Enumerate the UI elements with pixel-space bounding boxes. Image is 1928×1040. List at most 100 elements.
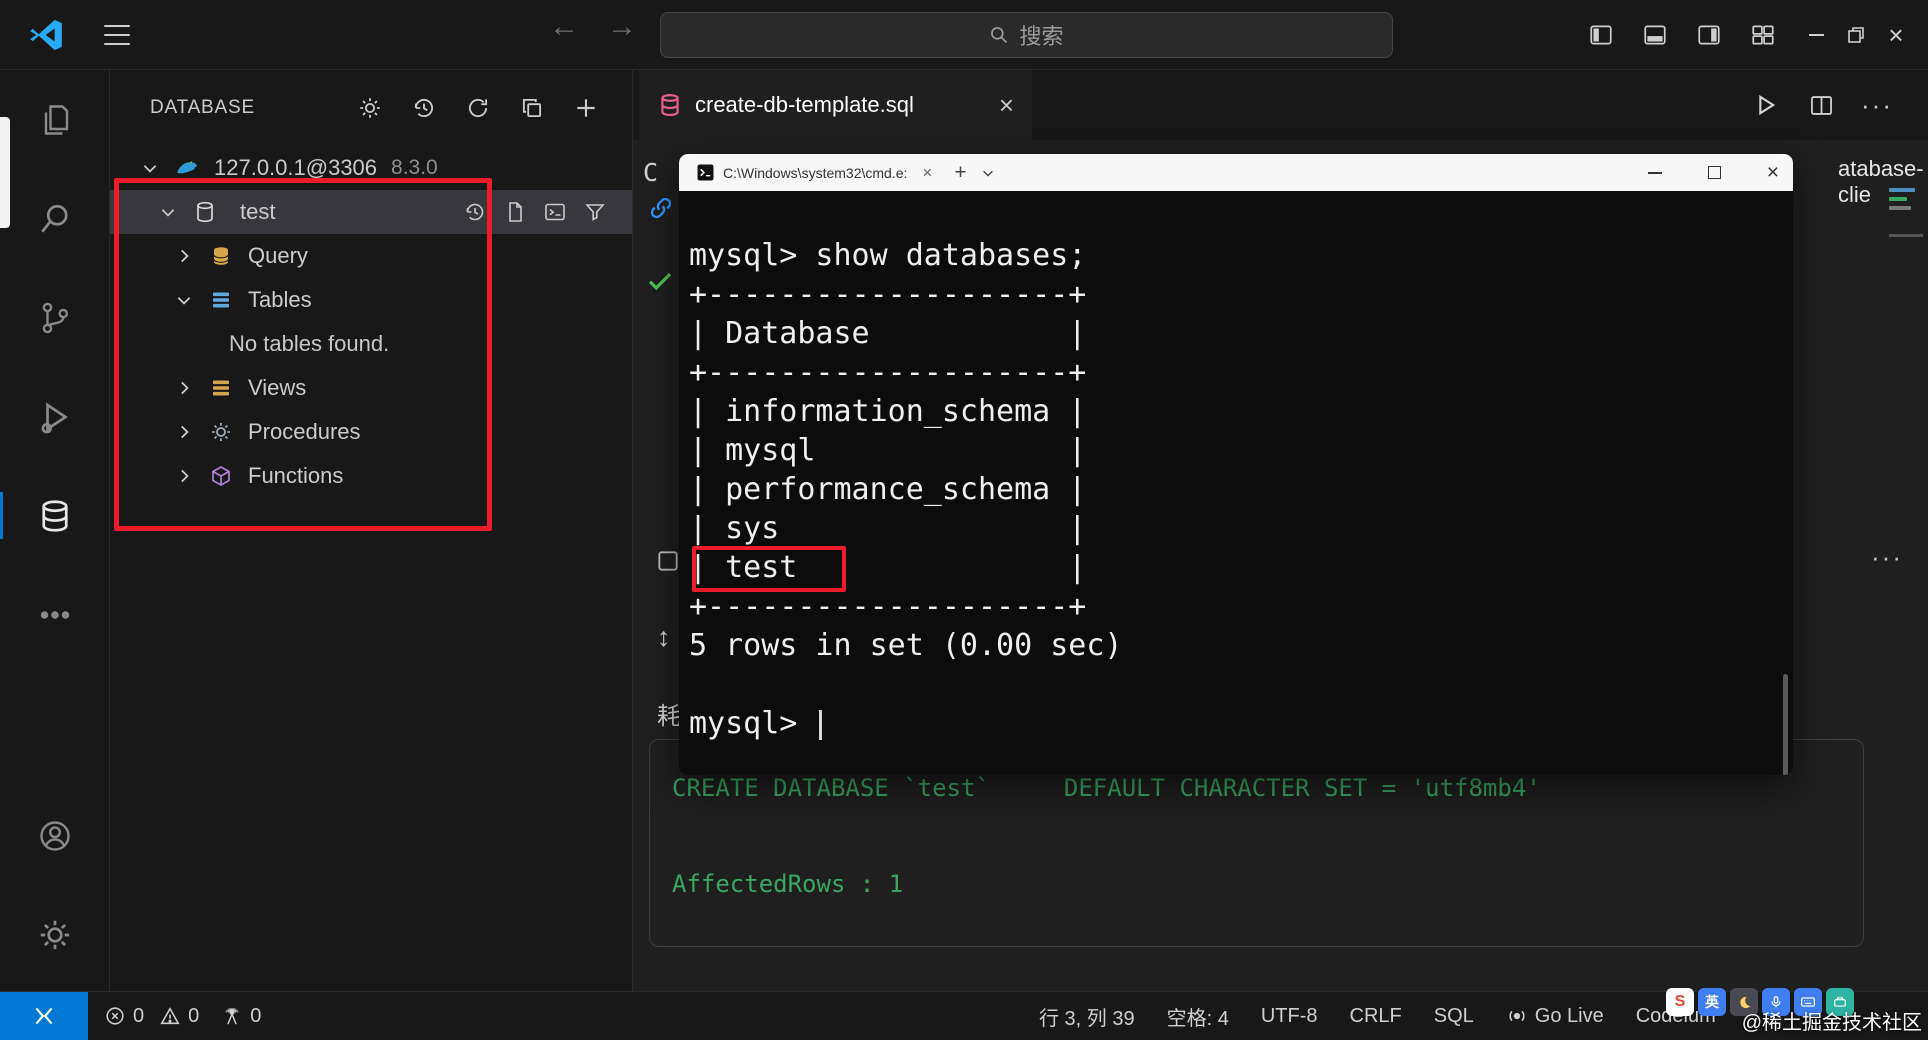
chevron-down-icon[interactable]	[158, 203, 178, 221]
command-center-search[interactable]: 搜索	[660, 12, 1393, 58]
cmd-tab[interactable]: C:\Windows\system32\cmd.e: ×	[693, 154, 936, 191]
duplicate-icon[interactable]	[517, 93, 547, 123]
toggle-secondary-sidebar-icon[interactable]	[1694, 20, 1724, 50]
activity-source-control[interactable]	[0, 268, 109, 367]
keyboard-icon[interactable]	[1794, 988, 1822, 1016]
toggle-panel-icon[interactable]	[1640, 20, 1670, 50]
cmd-maximize-icon[interactable]	[1707, 166, 1721, 179]
activity-run-debug[interactable]	[0, 367, 109, 466]
cmd-close-icon[interactable]: ×	[1767, 161, 1779, 185]
tree-item-label: Views	[248, 375, 307, 400]
vscode-logo-icon[interactable]	[28, 17, 64, 53]
close-button[interactable]: ×	[1876, 14, 1916, 56]
tree-item-test[interactable]: test	[110, 190, 632, 234]
history-icon[interactable]	[409, 93, 439, 123]
tab-create-db-template[interactable]: create-db-template.sql ×	[639, 70, 1032, 140]
restore-button[interactable]	[1836, 14, 1876, 56]
problems-indicator[interactable]: 0 0	[104, 1005, 199, 1028]
status-right: 行 3, 列 39 空格: 4 UTF-8 CRLF SQL Go Live C…	[1039, 992, 1716, 1040]
ports-indicator[interactable]: 0	[221, 1005, 261, 1028]
statement-text: CREATE DATABASE `test`	[672, 774, 990, 802]
remote-indicator[interactable]	[0, 992, 88, 1040]
views-icon	[208, 375, 234, 401]
tree-item-functions[interactable]: Functions	[110, 454, 632, 498]
tree-item-views[interactable]: Views	[110, 366, 632, 410]
settings-gear-icon[interactable]	[355, 93, 385, 123]
terminal-line: | test |	[689, 550, 1087, 585]
database-icon	[192, 199, 218, 225]
chevron-right-icon[interactable]	[174, 379, 194, 397]
chevron-down-icon[interactable]	[140, 159, 160, 177]
terminal-icon[interactable]	[542, 199, 568, 225]
toolbox-icon[interactable]	[1826, 988, 1854, 1016]
microphone-icon[interactable]	[1762, 988, 1790, 1016]
cmd-tab-close-icon[interactable]: ×	[922, 163, 932, 183]
activity-account[interactable]	[0, 786, 109, 885]
more-actions-icon[interactable]: ···	[1861, 90, 1892, 120]
chevron-right-icon[interactable]	[174, 423, 194, 441]
cmd-minimize-icon[interactable]	[1647, 171, 1662, 174]
back-icon[interactable]: ←	[548, 10, 580, 44]
customize-layout-icon[interactable]	[1748, 20, 1778, 50]
activity-explorer[interactable]	[0, 70, 109, 169]
resize-updown-icon[interactable]: ↕	[657, 622, 671, 653]
ime-language-icon[interactable]: 英	[1698, 988, 1726, 1016]
split-editor-icon[interactable]	[1806, 90, 1836, 120]
indentation[interactable]: 空格: 4	[1167, 1002, 1229, 1031]
terminal-line: | performance_schema |	[689, 472, 1087, 507]
run-query-icon[interactable]	[1750, 90, 1780, 120]
mysql-dolphin-icon	[174, 155, 200, 181]
editor-tab-bar: create-db-template.sql × ···	[633, 70, 1928, 140]
forward-icon[interactable]: →	[606, 10, 638, 44]
tree-item-procedures[interactable]: Procedures	[110, 410, 632, 454]
moon-icon[interactable]	[1730, 988, 1758, 1016]
history-icon[interactable]	[462, 199, 488, 225]
sidebar-header: DATABASE	[110, 70, 632, 146]
tree-item-label: Functions	[248, 463, 344, 488]
tree-item-tables[interactable]: Tables	[110, 278, 632, 322]
link-icon[interactable]	[647, 194, 675, 222]
terminal-scrollbar[interactable]	[1783, 674, 1788, 775]
toggle-sidebar-icon[interactable]	[1586, 20, 1616, 50]
refresh-icon[interactable]	[463, 93, 493, 123]
chevron-down-icon[interactable]	[174, 291, 194, 309]
sogou-logo-icon[interactable]: S	[1666, 988, 1694, 1016]
ports-count: 0	[250, 1004, 262, 1027]
connection-version: 8.3.0	[391, 156, 438, 179]
eol-sequence[interactable]: CRLF	[1350, 1005, 1402, 1028]
terminal-line: +--------------------+	[689, 589, 1087, 624]
language-mode[interactable]: SQL	[1434, 1005, 1474, 1028]
tab-close-icon[interactable]: ×	[999, 90, 1014, 121]
chevron-right-icon[interactable]	[174, 247, 194, 265]
more-actions-icon[interactable]: ···	[1871, 542, 1903, 573]
menu-hamburger-icon[interactable]	[104, 25, 130, 45]
encoding[interactable]: UTF-8	[1261, 1005, 1318, 1028]
tree-item-connection[interactable]: 127.0.0.1@3306 8.3.0	[110, 146, 632, 190]
filter-icon[interactable]	[582, 199, 608, 225]
new-file-icon[interactable]	[502, 199, 528, 225]
minimize-button[interactable]	[1796, 14, 1836, 56]
activity-more[interactable]	[0, 565, 109, 664]
chevron-right-icon[interactable]	[174, 467, 194, 485]
tree-item-label: Tables	[248, 287, 312, 312]
ime-toolbar: S 英	[1666, 988, 1854, 1016]
tree-item-query[interactable]: Query	[110, 234, 632, 278]
panel-square-icon[interactable]	[655, 548, 681, 574]
cursor-position[interactable]: 行 3, 列 39	[1039, 1002, 1135, 1031]
cmd-new-tab-icon[interactable]: +	[954, 161, 966, 185]
terminal-line: +--------------------+	[689, 355, 1087, 390]
activity-settings[interactable]	[0, 885, 109, 984]
add-connection-icon[interactable]	[571, 93, 601, 123]
cmd-terminal[interactable]: mysql> show databases; +----------------…	[679, 191, 1793, 775]
warning-icon	[160, 1007, 180, 1025]
activity-search[interactable]	[0, 169, 109, 268]
tables-icon	[208, 287, 234, 313]
go-live-button[interactable]: Go Live	[1506, 1005, 1604, 1028]
success-check-icon	[645, 266, 675, 296]
remote-icon	[35, 1007, 53, 1025]
tree-item-empty-message: No tables found.	[110, 322, 632, 366]
cmd-window[interactable]: C:\Windows\system32\cmd.e: × + × mysql> …	[679, 154, 1793, 775]
activity-database[interactable]	[0, 466, 109, 565]
chevron-down-icon[interactable]	[981, 166, 995, 180]
